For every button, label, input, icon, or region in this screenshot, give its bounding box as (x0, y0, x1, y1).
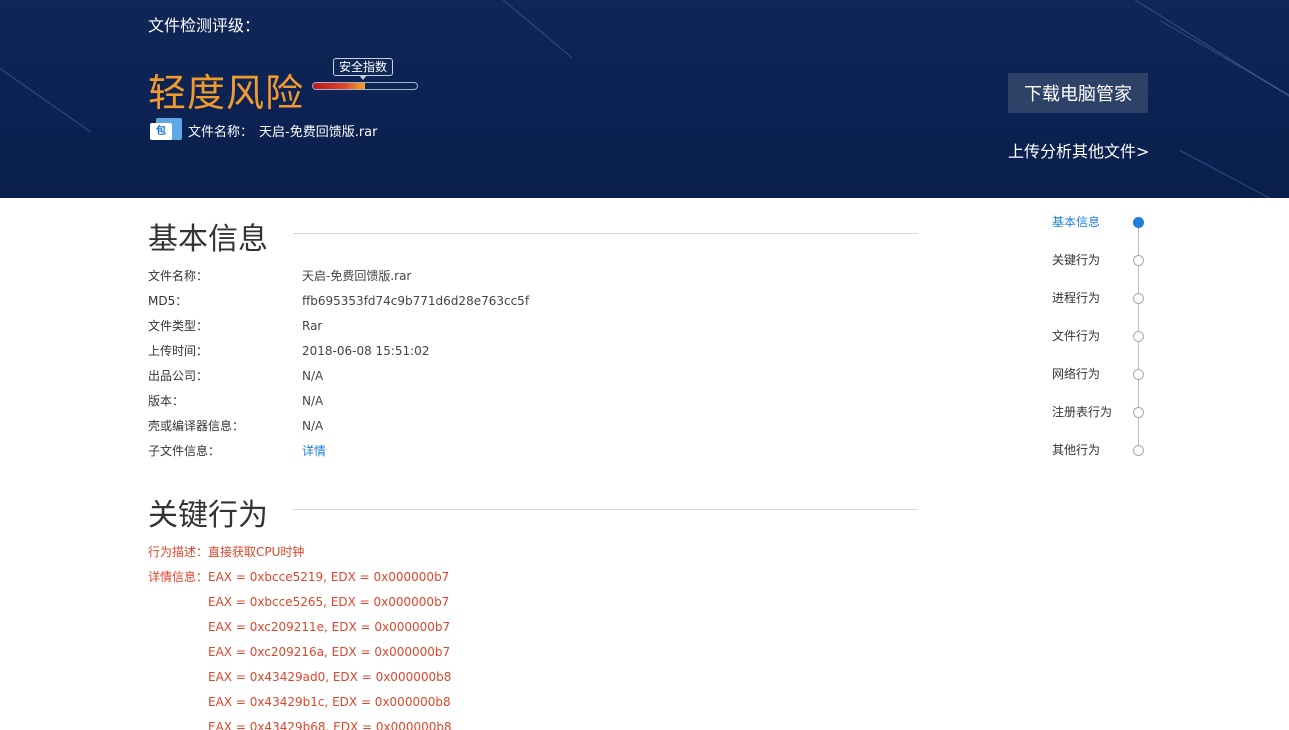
gauge-track (312, 82, 418, 90)
header-banner: 文件检测评级： 轻度风险 安全指数 包 文件名称： 天启-免费回馈版.rar 下… (0, 0, 1289, 198)
nav-item-label: 关键行为 (1052, 253, 1101, 267)
info-value: N/A (302, 419, 324, 433)
nav-item-label: 进程行为 (1052, 291, 1101, 305)
nav-dot-icon (1133, 445, 1144, 456)
behavior-detail-line: EAX = 0x43429ad0, EDX = 0x000000b8 (208, 670, 452, 684)
info-value: 天启-免费回馈版.rar (302, 269, 412, 283)
nav-dot-icon (1133, 369, 1144, 380)
nav-item[interactable]: 基本信息 (1040, 210, 1150, 234)
nav-dot-icon (1133, 293, 1144, 304)
risk-level: 轻度风险 (148, 71, 305, 115)
behavior-detail-line: EAX = 0xbcce5219, EDX = 0x000000b7 (208, 570, 450, 584)
info-value: N/A (302, 369, 324, 383)
info-value: N/A (302, 394, 324, 408)
nav-dot-icon (1133, 255, 1144, 266)
behavior-detail-line: EAX = 0xc209211e, EDX = 0x000000b7 (208, 620, 451, 634)
key-behavior-title: 关键行为 (148, 498, 268, 533)
gauge-fill (313, 83, 365, 89)
nav-item[interactable]: 网络行为 (1040, 362, 1150, 386)
nav-item-label: 其他行为 (1052, 443, 1101, 457)
info-label: 版本： (148, 394, 185, 408)
info-label: 文件名称： (148, 269, 209, 283)
nav-dot-icon (1133, 217, 1144, 228)
nav-item-label: 文件行为 (1052, 329, 1101, 343)
nav-item[interactable]: 其他行为 (1040, 438, 1150, 462)
behavior-description-label: 行为描述： (148, 545, 209, 559)
behavior-detail-label: 详情信息： (148, 570, 209, 584)
info-label: 壳或编译器信息： (148, 419, 245, 433)
file-name-label: 文件名称： (188, 124, 254, 140)
file-name-value: 天启-免费回馈版.rar (259, 124, 378, 140)
info-value: Rar (302, 319, 323, 333)
security-index-label: 安全指数 (333, 58, 394, 80)
nav-item-label: 网络行为 (1052, 367, 1101, 381)
info-label: 出品公司： (148, 369, 209, 383)
nav-dot-icon (1133, 407, 1144, 418)
basic-info-title: 基本信息 (148, 222, 268, 257)
behavior-detail-line: EAX = 0x43429b68, EDX = 0x000000b8 (208, 720, 452, 730)
info-value: ffb695353fd74c9b771d6d28e763cc5f (302, 294, 530, 308)
key-behavior-divider (293, 509, 918, 510)
info-label: MD5： (148, 294, 188, 308)
behavior-description: 行为描述：直接获取CPU时钟 (148, 542, 304, 562)
info-label: 子文件信息： (148, 444, 221, 458)
nav-dot-icon (1133, 331, 1144, 342)
behavior-description-value: 直接获取CPU时钟 (208, 545, 305, 559)
info-label: 文件类型： (148, 319, 209, 333)
behavior-detail-line: EAX = 0x43429b1c, EDX = 0x000000b8 (208, 695, 451, 709)
nav-item-label: 注册表行为 (1052, 405, 1113, 419)
info-value: 2018-06-08 15:51:02 (302, 344, 430, 358)
behavior-detail-line: EAX = 0xc209216a, EDX = 0x000000b7 (208, 645, 451, 659)
basic-info-divider (293, 233, 918, 234)
security-index-gauge: 安全指数 (312, 58, 418, 92)
download-pc-manager-button[interactable]: 下载电脑管家 (1008, 73, 1148, 113)
upload-other-file-link[interactable]: 上传分析其他文件> (1008, 138, 1149, 162)
nav-item[interactable]: 文件行为 (1040, 324, 1150, 348)
archive-file-icon: 包 (150, 118, 182, 142)
nav-item[interactable]: 进程行为 (1040, 286, 1150, 310)
nav-item[interactable]: 注册表行为 (1040, 400, 1150, 424)
info-label: 上传时间： (148, 344, 209, 358)
subfile-details-link[interactable]: 详情 (302, 441, 326, 461)
nav-item[interactable]: 关键行为 (1040, 248, 1150, 272)
file-name-row: 包 文件名称： 天启-免费回馈版.rar (150, 118, 378, 142)
behavior-detail-line: EAX = 0xbcce5265, EDX = 0x000000b7 (208, 595, 450, 609)
section-nav: 基本信息关键行为进程行为文件行为网络行为注册表行为其他行为 (1040, 210, 1150, 470)
nav-item-label: 基本信息 (1052, 215, 1101, 229)
detection-rating-title: 文件检测评级： (148, 16, 261, 35)
